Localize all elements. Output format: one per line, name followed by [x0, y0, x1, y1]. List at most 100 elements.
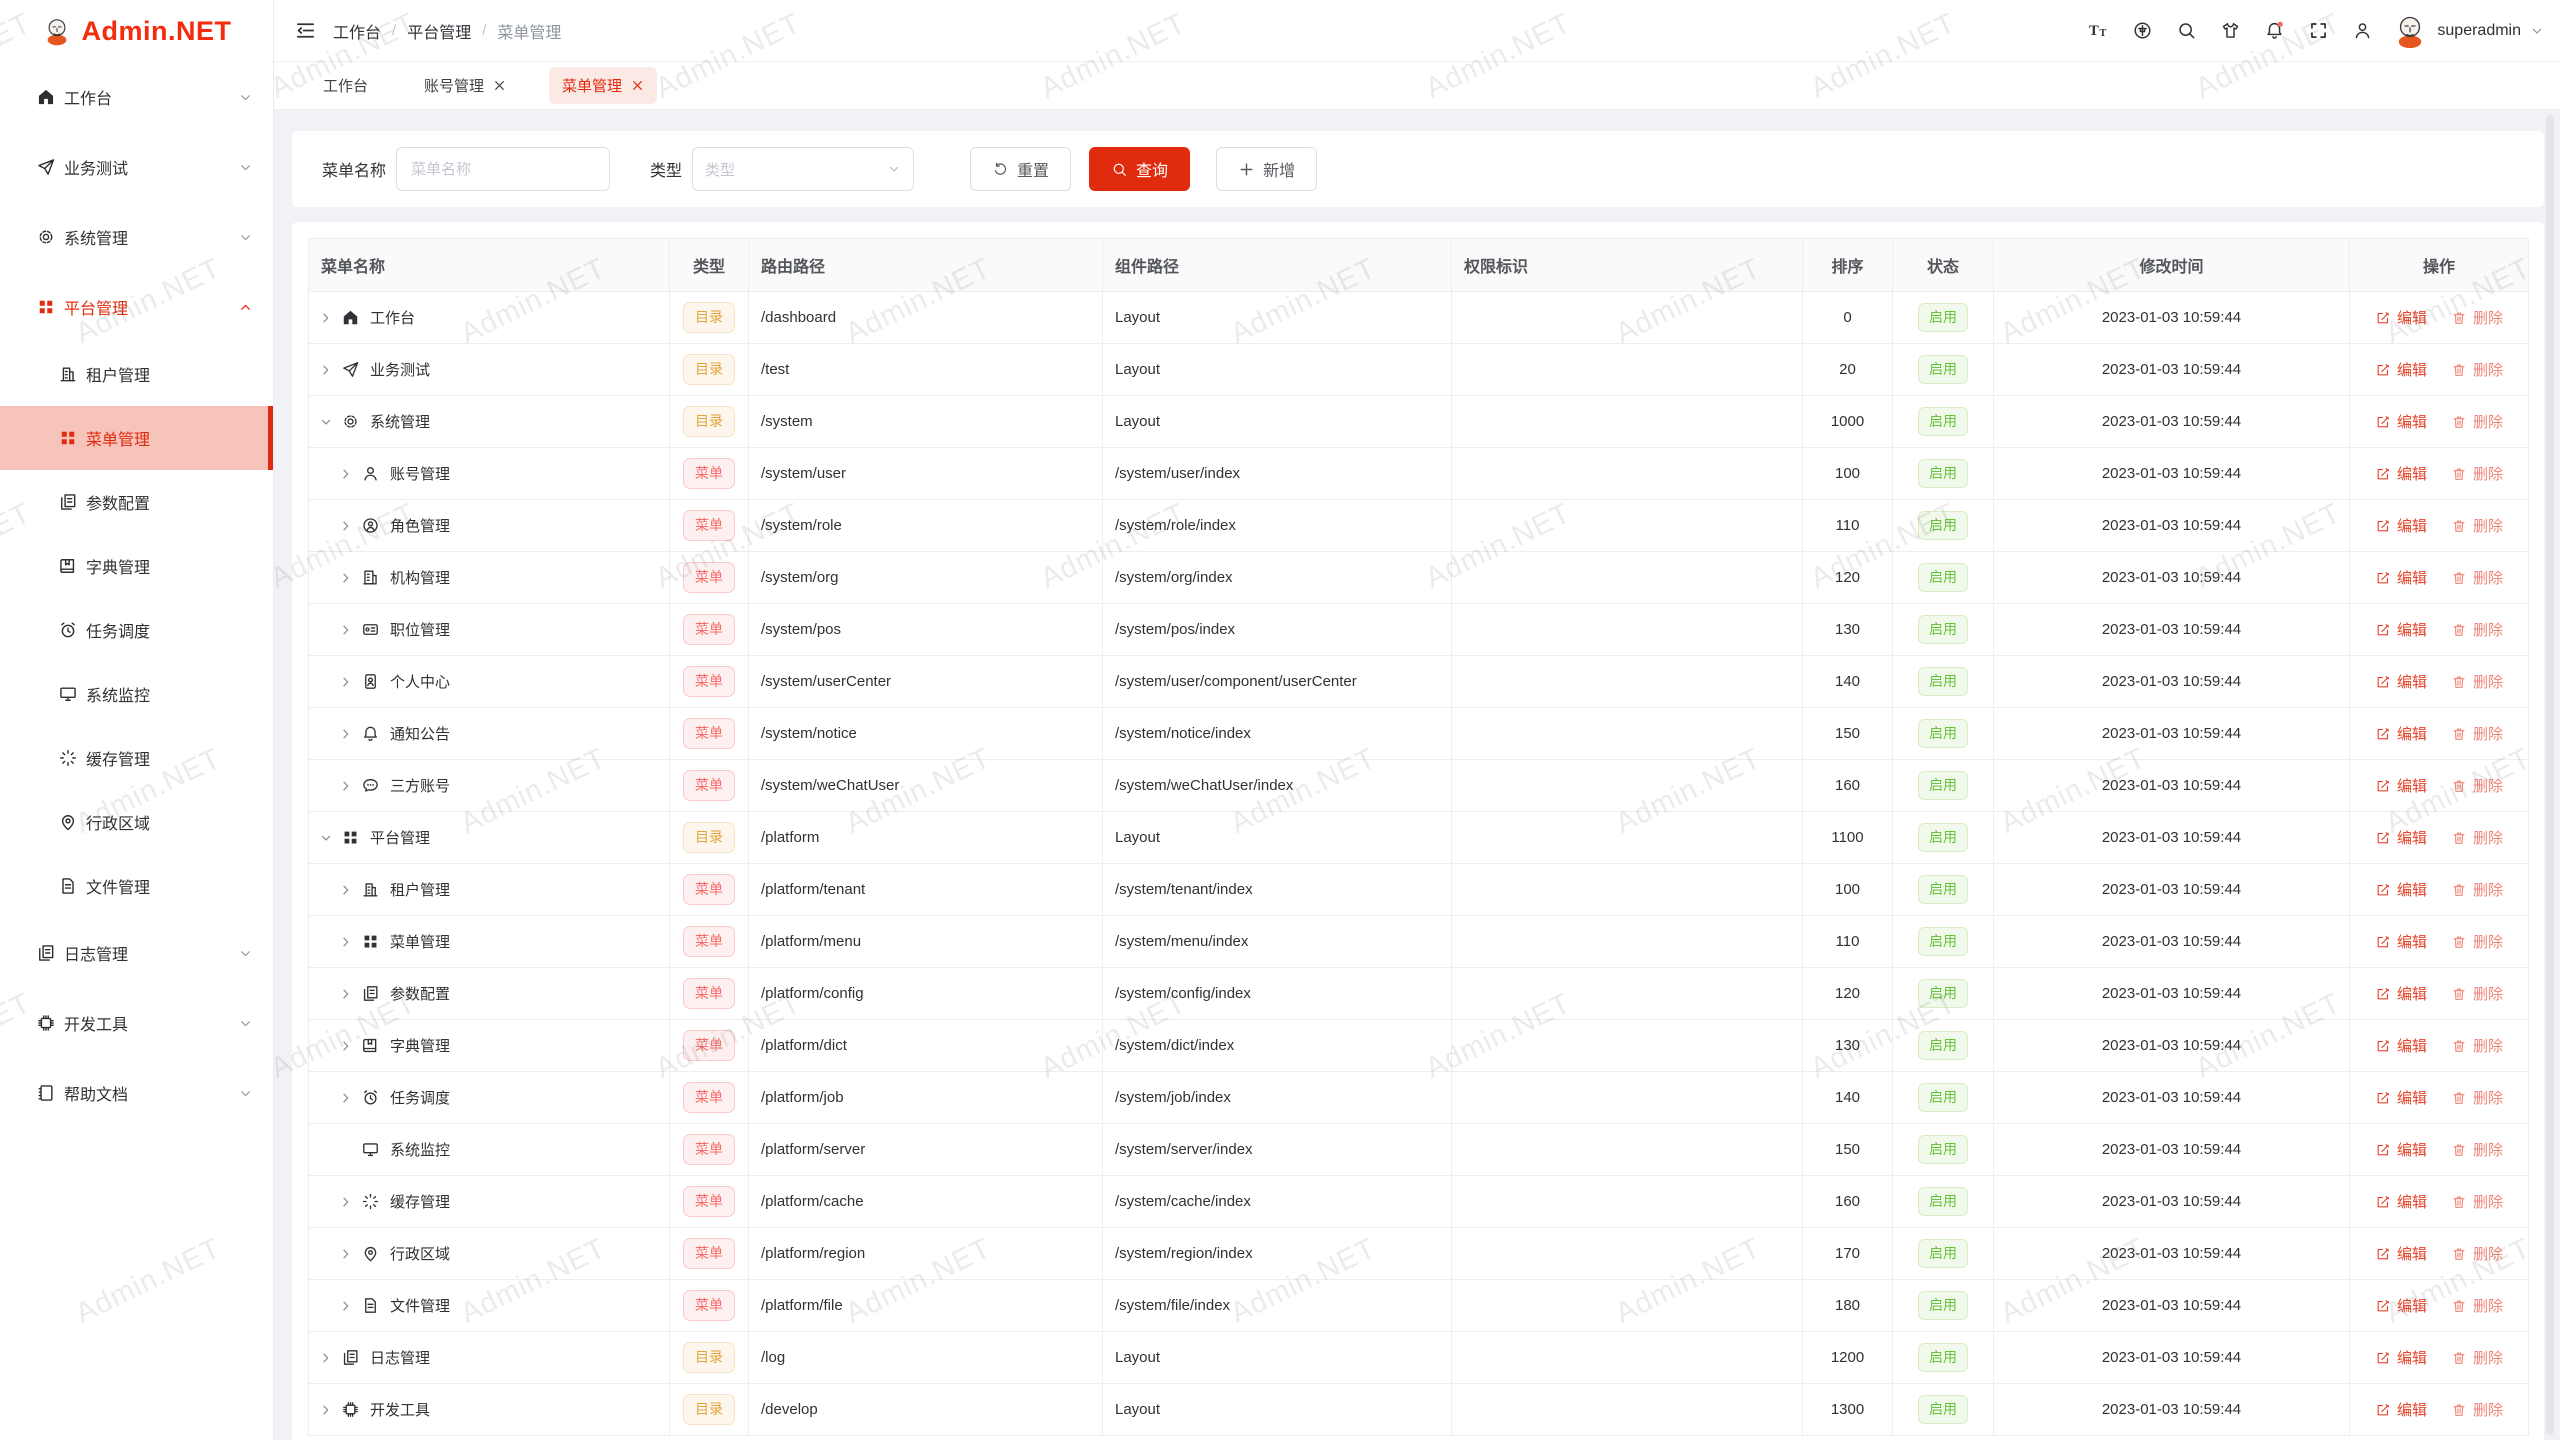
- chevron-down-icon[interactable]: [319, 831, 333, 845]
- sidebar-item-business-test[interactable]: 业务测试: [0, 132, 273, 202]
- reset-button[interactable]: 重置: [970, 147, 1071, 191]
- delete-button[interactable]: 删除: [2451, 931, 2503, 952]
- delete-button[interactable]: 删除: [2451, 983, 2503, 1004]
- sidebar-item-tenant-mgmt[interactable]: 租户管理: [0, 342, 273, 406]
- chevron-right-icon[interactable]: [339, 519, 353, 533]
- tab-workbench[interactable]: 工作台: [310, 67, 381, 104]
- delete-button[interactable]: 删除: [2451, 775, 2503, 796]
- chevron-right-icon[interactable]: [339, 779, 353, 793]
- sidebar-item-admin-region[interactable]: 行政区域: [0, 790, 273, 854]
- delete-button[interactable]: 删除: [2451, 1191, 2503, 1212]
- edit-button[interactable]: 编辑: [2375, 1347, 2427, 1368]
- logo[interactable]: Admin.NET: [0, 0, 273, 62]
- edit-button[interactable]: 编辑: [2375, 307, 2427, 328]
- tab-account-mgmt[interactable]: 账号管理: [411, 67, 519, 104]
- breadcrumb-item[interactable]: 工作台: [333, 19, 381, 43]
- edit-button[interactable]: 编辑: [2375, 359, 2427, 380]
- close-icon[interactable]: [631, 79, 644, 92]
- edit-button[interactable]: 编辑: [2375, 827, 2427, 848]
- delete-button[interactable]: 删除: [2451, 1139, 2503, 1160]
- chevron-right-icon[interactable]: [339, 1299, 353, 1313]
- sidebar-item-dict-mgmt[interactable]: 字典管理: [0, 534, 273, 598]
- edit-button[interactable]: 编辑: [2375, 723, 2427, 744]
- search-button[interactable]: 查询: [1089, 147, 1190, 191]
- edit-button[interactable]: 编辑: [2375, 515, 2427, 536]
- chevron-right-icon[interactable]: [339, 935, 353, 949]
- edit-button[interactable]: 编辑: [2375, 983, 2427, 1004]
- font-size-button[interactable]: TT: [2076, 9, 2120, 53]
- sidebar-item-cache-mgmt[interactable]: 缓存管理: [0, 726, 273, 790]
- chevron-right-icon[interactable]: [339, 467, 353, 481]
- breadcrumb-item[interactable]: 平台管理: [407, 19, 471, 43]
- collapse-menu-icon[interactable]: [294, 19, 317, 42]
- tab-menu-mgmt[interactable]: 菜单管理: [549, 67, 657, 104]
- delete-button[interactable]: 删除: [2451, 359, 2503, 380]
- edit-button[interactable]: 编辑: [2375, 1399, 2427, 1420]
- sidebar-item-dev-tools[interactable]: 开发工具: [0, 988, 273, 1058]
- delete-button[interactable]: 删除: [2451, 307, 2503, 328]
- delete-button[interactable]: 删除: [2451, 1243, 2503, 1264]
- scrollbar[interactable]: [2546, 115, 2554, 1435]
- sidebar-item-task-schedule[interactable]: 任务调度: [0, 598, 273, 662]
- edit-button[interactable]: 编辑: [2375, 1139, 2427, 1160]
- chevron-right-icon[interactable]: [339, 1091, 353, 1105]
- delete-button[interactable]: 删除: [2451, 1295, 2503, 1316]
- edit-button[interactable]: 编辑: [2375, 1243, 2427, 1264]
- edit-button[interactable]: 编辑: [2375, 567, 2427, 588]
- edit-button[interactable]: 编辑: [2375, 1087, 2427, 1108]
- edit-button[interactable]: 编辑: [2375, 879, 2427, 900]
- edit-button[interactable]: 编辑: [2375, 775, 2427, 796]
- sidebar-item-platform-mgmt[interactable]: 平台管理: [0, 272, 273, 342]
- delete-button[interactable]: 删除: [2451, 411, 2503, 432]
- delete-button[interactable]: 删除: [2451, 671, 2503, 692]
- chevron-right-icon[interactable]: [339, 1195, 353, 1209]
- delete-button[interactable]: 删除: [2451, 1087, 2503, 1108]
- chevron-right-icon[interactable]: [319, 1351, 333, 1365]
- user-menu[interactable]: superadmin: [2392, 13, 2544, 49]
- delete-button[interactable]: 删除: [2451, 515, 2503, 536]
- sidebar-item-log-mgmt[interactable]: 日志管理: [0, 918, 273, 988]
- notification-button[interactable]: [2252, 9, 2296, 53]
- delete-button[interactable]: 删除: [2451, 619, 2503, 640]
- chevron-right-icon[interactable]: [339, 1247, 353, 1261]
- chevron-right-icon[interactable]: [339, 571, 353, 585]
- language-button[interactable]: [2120, 9, 2164, 53]
- chevron-right-icon[interactable]: [339, 675, 353, 689]
- chevron-down-icon[interactable]: [319, 415, 333, 429]
- chevron-right-icon[interactable]: [319, 1403, 333, 1417]
- chevron-right-icon[interactable]: [339, 1039, 353, 1053]
- chevron-right-icon[interactable]: [339, 987, 353, 1001]
- delete-button[interactable]: 删除: [2451, 723, 2503, 744]
- delete-button[interactable]: 删除: [2451, 567, 2503, 588]
- sidebar-item-file-mgmt[interactable]: 文件管理: [0, 854, 273, 918]
- edit-button[interactable]: 编辑: [2375, 931, 2427, 952]
- edit-button[interactable]: 编辑: [2375, 1295, 2427, 1316]
- chevron-right-icon[interactable]: [319, 311, 333, 325]
- profile-button[interactable]: [2340, 9, 2384, 53]
- sidebar-item-help-docs[interactable]: 帮助文档: [0, 1058, 273, 1128]
- edit-button[interactable]: 编辑: [2375, 1035, 2427, 1056]
- chevron-right-icon[interactable]: [339, 623, 353, 637]
- chevron-right-icon[interactable]: [339, 727, 353, 741]
- delete-button[interactable]: 删除: [2451, 827, 2503, 848]
- delete-button[interactable]: 删除: [2451, 1399, 2503, 1420]
- sidebar-item-system-mgmt[interactable]: 系统管理: [0, 202, 273, 272]
- edit-button[interactable]: 编辑: [2375, 1191, 2427, 1212]
- edit-button[interactable]: 编辑: [2375, 463, 2427, 484]
- chevron-right-icon[interactable]: [319, 363, 333, 377]
- fullscreen-button[interactable]: [2296, 9, 2340, 53]
- delete-button[interactable]: 删除: [2451, 1347, 2503, 1368]
- delete-button[interactable]: 删除: [2451, 1035, 2503, 1056]
- edit-button[interactable]: 编辑: [2375, 619, 2427, 640]
- search-button[interactable]: [2164, 9, 2208, 53]
- sidebar-item-system-monitor[interactable]: 系统监控: [0, 662, 273, 726]
- edit-button[interactable]: 编辑: [2375, 671, 2427, 692]
- sidebar-item-workbench[interactable]: 工作台: [0, 62, 273, 132]
- close-icon[interactable]: [493, 79, 506, 92]
- sidebar-item-menu-mgmt[interactable]: 菜单管理: [0, 406, 273, 470]
- add-button[interactable]: 新增: [1216, 147, 1317, 191]
- sidebar-item-param-config[interactable]: 参数配置: [0, 470, 273, 534]
- delete-button[interactable]: 删除: [2451, 463, 2503, 484]
- theme-button[interactable]: [2208, 9, 2252, 53]
- menu-name-input[interactable]: [396, 147, 610, 191]
